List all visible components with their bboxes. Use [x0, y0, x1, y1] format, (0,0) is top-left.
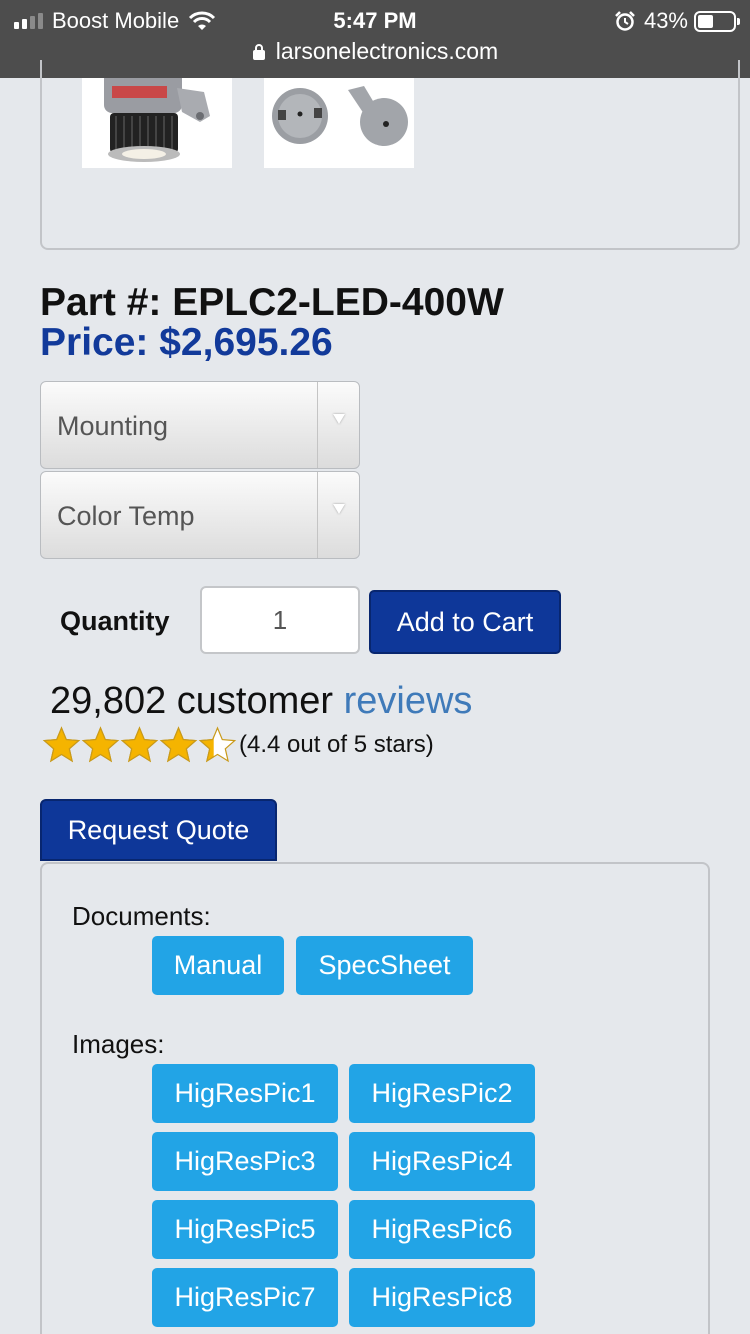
lock-icon [252, 44, 265, 60]
request-quote-button[interactable]: Request Quote [40, 799, 277, 861]
fixture-thumbnail[interactable] [82, 78, 232, 168]
battery-percent: 43% [643, 8, 688, 33]
quantity-label: Quantity [60, 606, 170, 636]
documents-label: Documents: [72, 901, 211, 931]
status-right: 43% [614, 8, 740, 34]
review-count: 29,802 customer [50, 680, 334, 722]
chevron-down-icon [317, 472, 359, 558]
reviews-link[interactable]: reviews [344, 680, 473, 722]
higrespic5-button[interactable]: HigResPic5 [152, 1200, 338, 1259]
alarm-icon [615, 11, 635, 31]
higrespic4-button[interactable]: HigResPic4 [349, 1132, 535, 1191]
star-rating: (4.4 out of 5 stars) [42, 726, 434, 764]
color-temp-select-label: Color Temp [57, 501, 195, 531]
mounting-select[interactable]: Mounting [40, 381, 360, 469]
part-number: Part #: EPLC2-LED-400W [40, 281, 504, 324]
resources-panel: Documents: Manual SpecSheet Images: HigR… [40, 862, 710, 1334]
bracket-thumbnail[interactable] [264, 78, 414, 168]
product-price: Price: $2,695.26 [40, 321, 333, 364]
battery-icon [694, 10, 740, 32]
quantity-input[interactable] [200, 586, 360, 654]
star-icon [42, 726, 81, 763]
star-icon [159, 726, 198, 763]
bracket-image [272, 86, 408, 146]
higrespic8-button[interactable]: HigResPic8 [349, 1268, 535, 1327]
star-icon [81, 726, 120, 763]
higrespic1-button[interactable]: HigResPic1 [152, 1064, 338, 1123]
star-icon [120, 726, 159, 763]
higrespic6-button[interactable]: HigResPic6 [349, 1200, 535, 1259]
higrespic2-button[interactable]: HigResPic2 [349, 1064, 535, 1123]
mounting-select-label: Mounting [57, 411, 169, 441]
star-icon [198, 726, 237, 763]
chevron-down-icon [317, 382, 359, 468]
manual-button[interactable]: Manual [152, 936, 284, 995]
reviews-summary: 29,802 customer reviews [50, 680, 472, 723]
add-to-cart-button[interactable]: Add to Cart [369, 590, 561, 654]
specsheet-button[interactable]: SpecSheet [296, 936, 473, 995]
images-label: Images: [72, 1029, 165, 1059]
higrespic7-button[interactable]: HigResPic7 [152, 1268, 338, 1327]
star-row [42, 726, 237, 764]
higrespic3-button[interactable]: HigResPic3 [152, 1132, 338, 1191]
fixture-image [104, 78, 210, 162]
product-gallery [40, 60, 740, 250]
color-temp-select[interactable]: Color Temp [40, 471, 360, 559]
rating-text: (4.4 out of 5 stars) [239, 731, 434, 758]
